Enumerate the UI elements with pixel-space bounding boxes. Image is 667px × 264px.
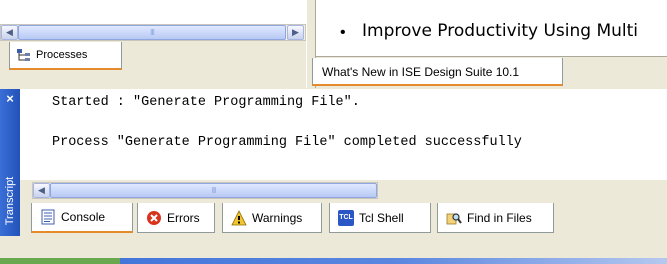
find-in-files-icon bbox=[446, 210, 462, 226]
scroll-left-button[interactable]: ◀ bbox=[33, 183, 50, 198]
taskbar-start-segment bbox=[0, 258, 120, 264]
console-line: Process "Generate Programming File" comp… bbox=[52, 135, 522, 150]
close-icon[interactable]: × bbox=[3, 92, 17, 106]
scroll-thumb[interactable]: III bbox=[50, 183, 377, 198]
tab-errors[interactable]: Errors bbox=[137, 203, 215, 233]
processes-horizontal-scrollbar[interactable]: ◀ III ▶ bbox=[0, 24, 306, 41]
scroll-right-button[interactable]: ▶ bbox=[287, 25, 304, 40]
transcript-label: Transcript bbox=[4, 176, 16, 226]
tab-whats-new[interactable]: What's New in ISE Design Suite 10.1 bbox=[312, 58, 563, 86]
document-list-item[interactable]: Improve Productivity Using Multi bbox=[362, 21, 638, 41]
scroll-left-button[interactable]: ◀ bbox=[1, 25, 18, 40]
tab-find-in-files[interactable]: Find in Files bbox=[437, 203, 554, 233]
tab-find-in-files-label: Find in Files bbox=[467, 210, 532, 225]
processes-icon bbox=[16, 47, 32, 63]
scroll-thumb[interactable]: III bbox=[18, 25, 286, 40]
list-bullet: • bbox=[340, 24, 346, 41]
console-horizontal-scrollbar[interactable]: ◀ III bbox=[32, 182, 378, 199]
console-line: Started : "Generate Programming File". bbox=[52, 95, 360, 110]
errors-icon bbox=[146, 210, 162, 226]
tab-tcl-shell[interactable]: TCL Tcl Shell bbox=[329, 203, 431, 233]
tab-console[interactable]: Console bbox=[31, 203, 133, 233]
scroll-thumb-grip: III bbox=[211, 186, 217, 195]
warnings-icon bbox=[231, 209, 247, 226]
tcl-shell-icon: TCL bbox=[338, 209, 354, 226]
tab-errors-label: Errors bbox=[167, 210, 200, 225]
scroll-thumb-grip: III bbox=[150, 28, 155, 37]
tab-processes-label: Processes bbox=[36, 49, 88, 61]
taskbar-strip bbox=[0, 258, 667, 264]
tab-processes[interactable]: Processes bbox=[9, 42, 122, 70]
tab-warnings[interactable]: Warnings bbox=[222, 203, 322, 233]
tab-console-label: Console bbox=[61, 210, 106, 224]
console-icon bbox=[40, 209, 56, 225]
tab-warnings-label: Warnings bbox=[252, 210, 303, 225]
tab-tcl-shell-label: Tcl Shell bbox=[359, 210, 404, 225]
tcl-icon-text: TCL bbox=[339, 213, 353, 221]
